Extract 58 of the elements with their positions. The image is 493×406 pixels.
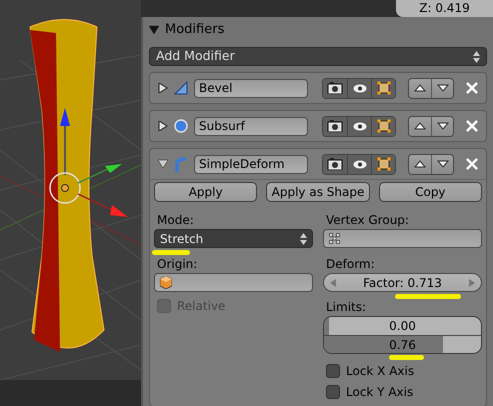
camera-icon[interactable] [327, 120, 343, 132]
camera-icon[interactable] [327, 158, 343, 170]
collapsed-arrow-icon[interactable] [158, 121, 168, 131]
field-label: Deform: [326, 256, 376, 273]
action-button[interactable]: Apply as Shape [266, 182, 370, 202]
move-up-icon[interactable] [414, 84, 426, 92]
vertex-group-icon [329, 233, 340, 244]
vertex-group-field[interactable] [323, 229, 482, 248]
action-button[interactable]: Apply [154, 182, 258, 202]
checkbox[interactable] [326, 384, 340, 398]
field-label: Vertex Group: [326, 212, 410, 229]
z-coordinate-field[interactable]: Z: 0.419 [396, 0, 493, 17]
expanded-arrow-icon[interactable] [149, 25, 159, 35]
vertex-cube-icon[interactable] [376, 157, 390, 171]
checkbox-label: Lock X Axis [346, 362, 414, 380]
cube-icon [160, 276, 172, 289]
limit-slider[interactable]: 0.00 [324, 317, 481, 335]
modifier-name-field[interactable]: SimpleDeform [194, 154, 308, 174]
highlight-mark [152, 250, 190, 255]
add-modifier-label: Add Modifier [156, 47, 235, 66]
factor-value: Factor: 0.713 [363, 274, 442, 292]
eye-icon[interactable] [352, 160, 366, 168]
close-icon[interactable] [466, 82, 478, 94]
move-down-icon[interactable] [436, 122, 448, 130]
move-down-icon[interactable] [436, 84, 448, 92]
eye-icon[interactable] [352, 122, 366, 130]
limit-slider[interactable]: 0.76 [324, 335, 481, 353]
bent-pipe-icon [174, 156, 188, 172]
action-button[interactable]: Copy [378, 182, 482, 202]
panel-title: Modifiers [165, 21, 224, 40]
vertex-cube-icon[interactable] [376, 81, 390, 95]
collapsed-arrow-icon[interactable] [158, 83, 168, 93]
field-label: Limits: [326, 299, 368, 316]
modifier-name-field[interactable]: Bevel [194, 78, 308, 98]
move-up-icon[interactable] [414, 160, 426, 168]
checkbox-label: Lock Y Axis [346, 384, 414, 400]
checkbox-label: Relative [177, 298, 226, 314]
vertex-cube-icon[interactable] [376, 119, 390, 133]
field-label: Mode: [157, 212, 195, 229]
camera-icon[interactable] [327, 82, 343, 94]
mode-dropdown[interactable]: Stretch [154, 229, 313, 248]
eye-icon[interactable] [352, 84, 366, 92]
add-modifier-dropdown[interactable]: Add Modifier [149, 47, 487, 66]
origin-field[interactable] [154, 273, 313, 292]
move-up-icon[interactable] [414, 122, 426, 130]
highlight-mark [395, 294, 461, 299]
move-down-icon[interactable] [436, 160, 448, 168]
checkbox[interactable] [326, 364, 340, 378]
sphere-icon [174, 119, 188, 133]
updown-arrows-icon [473, 50, 480, 62]
field-label: Origin: [157, 256, 198, 273]
bevel-icon [174, 81, 188, 95]
close-icon[interactable] [466, 120, 478, 132]
modifier-name-field[interactable]: Subsurf [194, 116, 308, 136]
updown-arrows-icon [300, 232, 307, 244]
highlight-mark [389, 355, 424, 360]
close-icon[interactable] [466, 158, 478, 170]
expanded-arrow-icon[interactable] [158, 159, 168, 169]
